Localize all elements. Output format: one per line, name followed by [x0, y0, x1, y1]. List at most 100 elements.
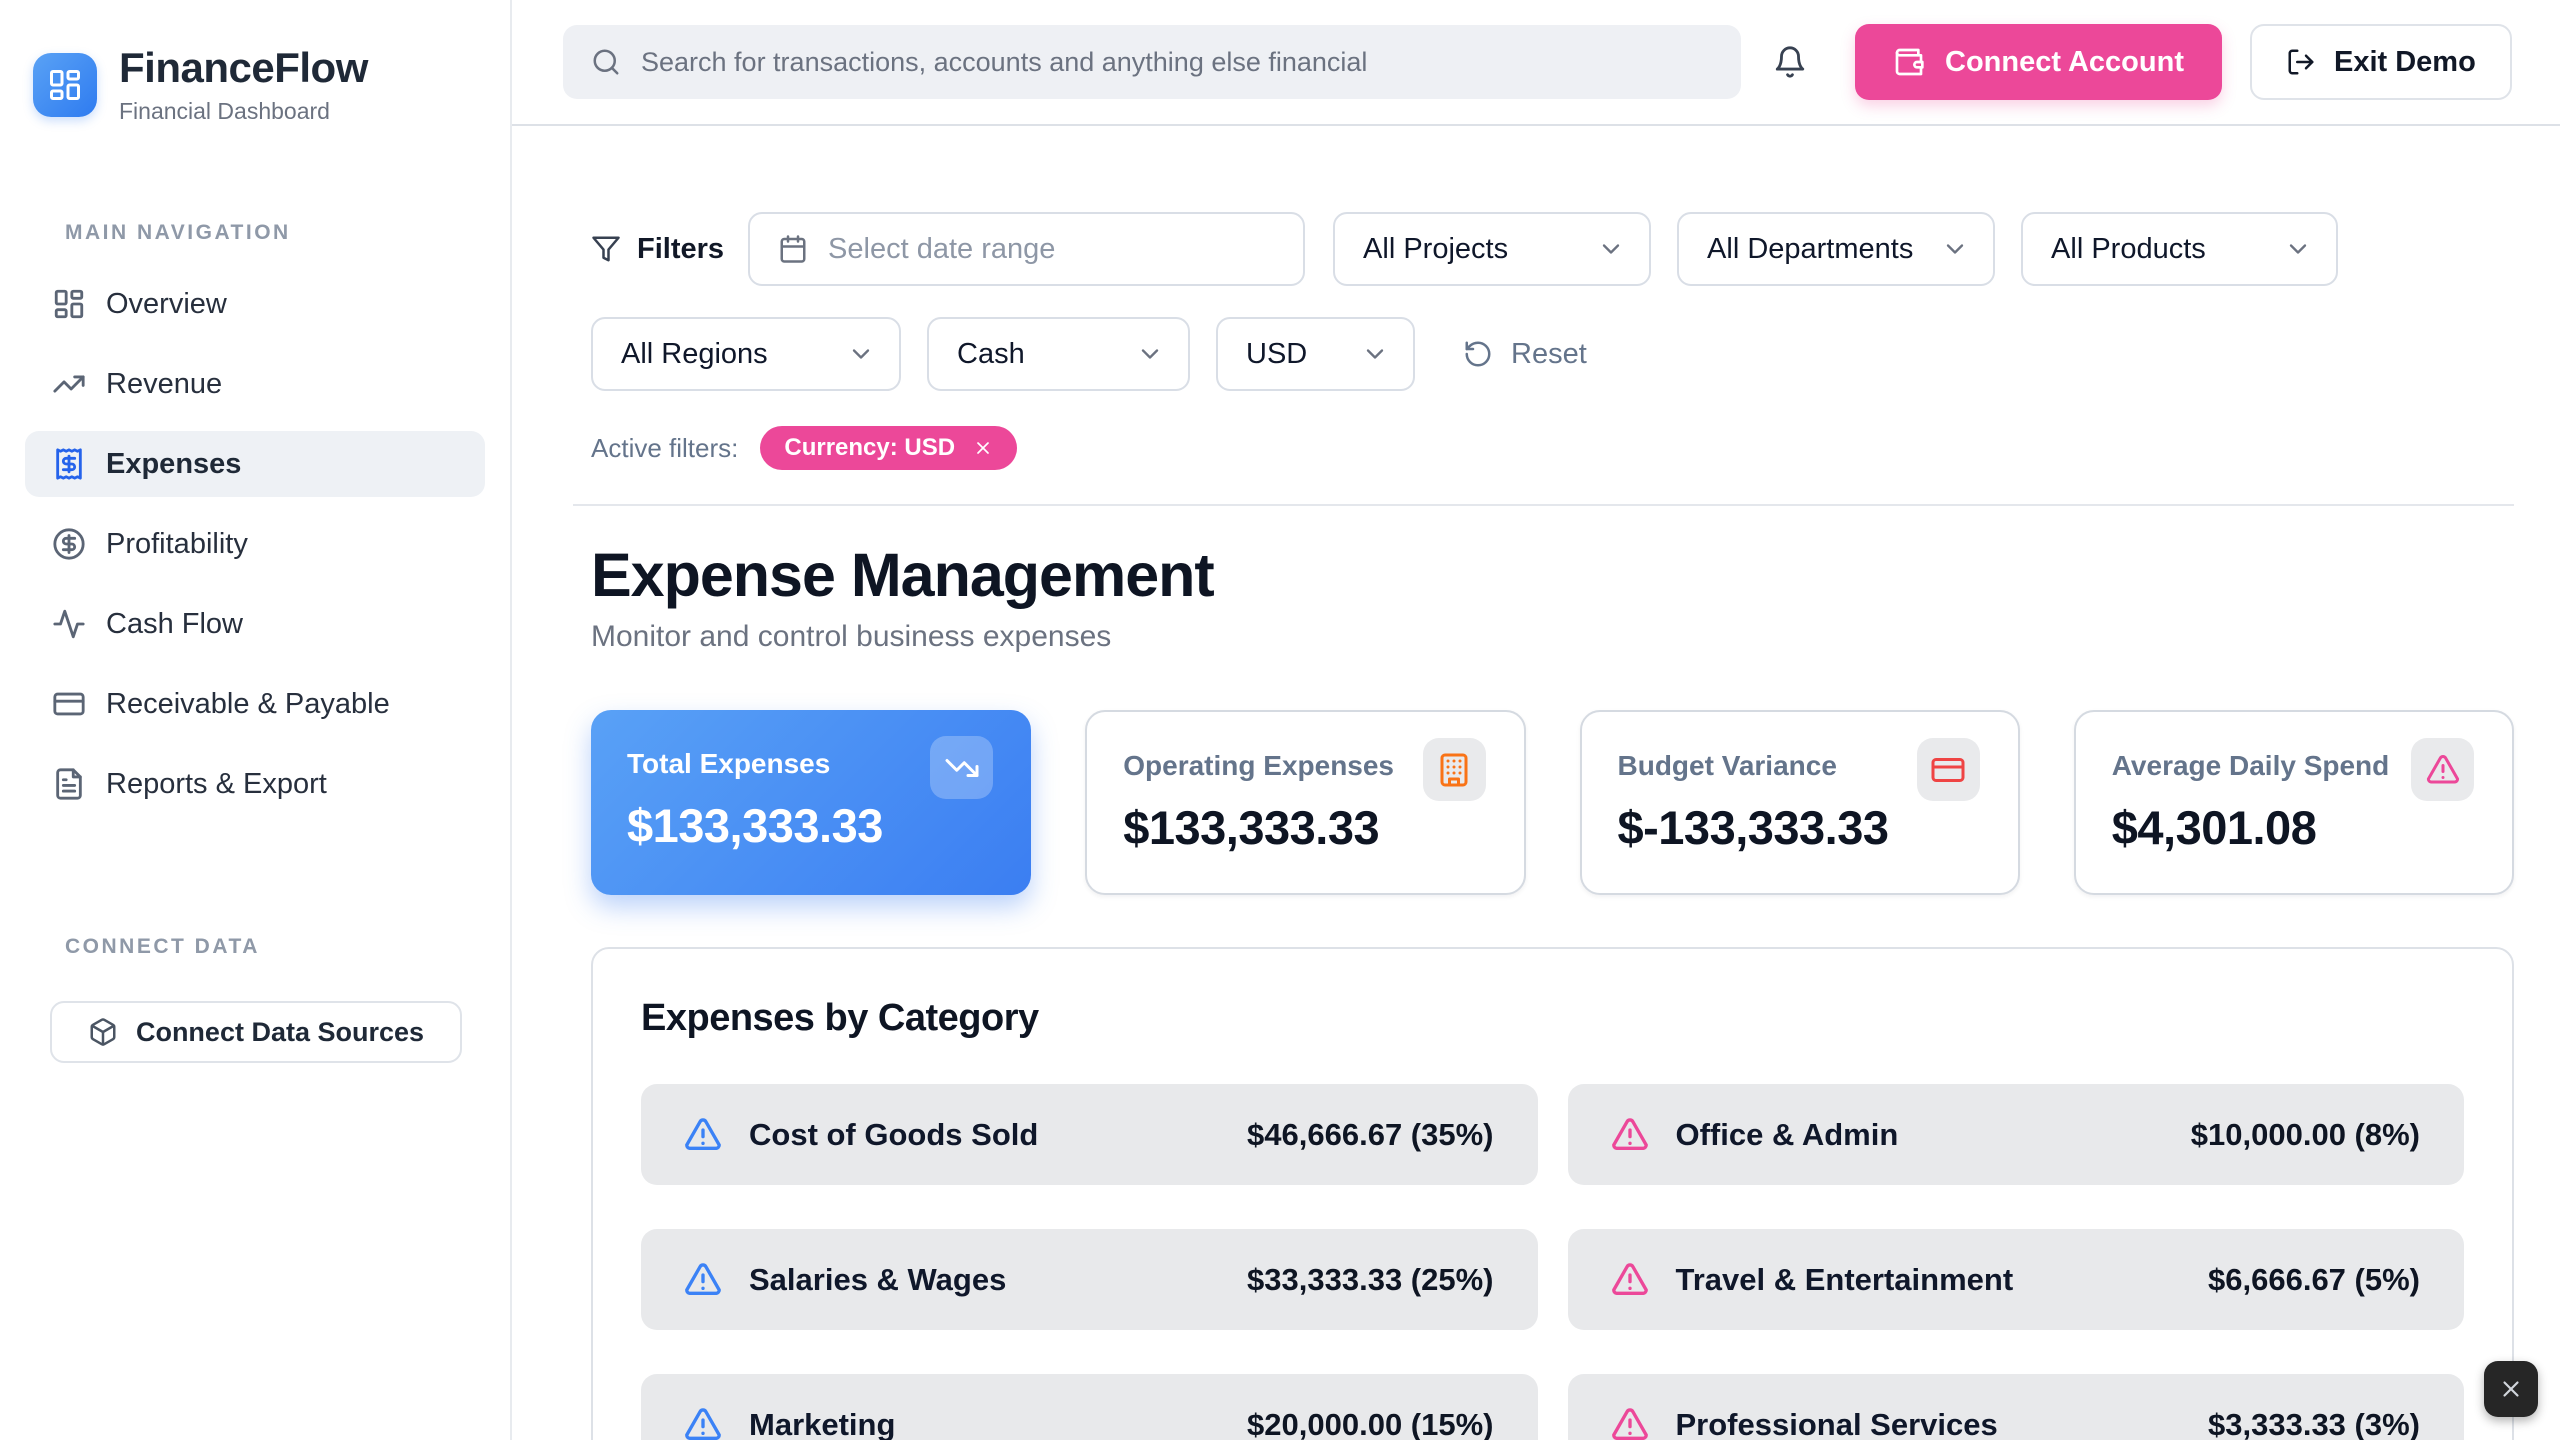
search-input[interactable]	[641, 47, 1713, 78]
main-navigation: Overview Revenue Expenses Profitability …	[0, 271, 510, 817]
category-value: $20,000.00 (15%)	[1247, 1407, 1493, 1440]
stat-icon-chip	[2411, 738, 2474, 801]
chevron-down-icon	[2284, 235, 2312, 263]
connect-data-sources-button[interactable]: Connect Data Sources	[50, 1001, 462, 1063]
exit-demo-button[interactable]: Exit Demo	[2250, 24, 2512, 100]
alert-triangle-icon	[2425, 752, 2461, 788]
projects-select-value: All Projects	[1363, 233, 1508, 266]
filters-row-2: All Regions Cash USD Reset	[591, 317, 2514, 391]
credit-card-icon	[52, 687, 86, 721]
category-value: $6,666.67 (5%)	[2208, 1262, 2420, 1298]
alert-triangle-icon	[1610, 1260, 1650, 1300]
stat-icon-chip	[1423, 738, 1486, 801]
chevron-down-icon	[1597, 235, 1625, 263]
stat-icon-chip	[930, 736, 993, 799]
category-row-office-admin[interactable]: Office & Admin $10,000.00 (8%)	[1568, 1084, 2465, 1185]
main-content: Filters Select date range All Projects A…	[512, 126, 2560, 1440]
wallet-icon	[1893, 46, 1925, 78]
log-out-icon	[2286, 47, 2316, 77]
receipt-icon	[52, 447, 86, 481]
alert-triangle-icon	[1610, 1115, 1650, 1155]
departments-select-value: All Departments	[1707, 233, 1913, 266]
category-name: Travel & Entertainment	[1676, 1262, 2183, 1298]
category-value: $3,333.33 (3%)	[2208, 1407, 2420, 1440]
overlay-close-button[interactable]	[2484, 1361, 2538, 1417]
activity-icon	[52, 607, 86, 641]
date-range-placeholder: Select date range	[828, 233, 1055, 266]
filters-row-1: Filters Select date range All Projects A…	[591, 212, 2514, 286]
dollar-circle-icon	[52, 527, 86, 561]
alert-triangle-icon	[683, 1115, 723, 1155]
bell-icon	[1773, 45, 1807, 79]
products-select[interactable]: All Products	[2021, 212, 2338, 286]
stat-value: $4,301.08	[2112, 800, 2512, 855]
stat-card-operating-expenses[interactable]: Operating Expenses $133,333.33	[1085, 710, 1525, 895]
page-title: Expense Management	[591, 542, 2514, 608]
app-logo-icon	[33, 53, 97, 117]
category-name: Salaries & Wages	[749, 1262, 1221, 1298]
sidebar-item-receivable-payable[interactable]: Receivable & Payable	[25, 671, 485, 737]
category-row-marketing[interactable]: Marketing $20,000.00 (15%)	[641, 1374, 1538, 1440]
sidebar-item-cash-flow[interactable]: Cash Flow	[25, 591, 485, 657]
payment-method-select[interactable]: Cash	[927, 317, 1190, 391]
sidebar-item-overview[interactable]: Overview	[25, 271, 485, 337]
stat-cards-row: Total Expenses $133,333.33 Operating Exp…	[591, 710, 2514, 895]
sidebar-item-profitability[interactable]: Profitability	[25, 511, 485, 577]
stat-card-total-expenses[interactable]: Total Expenses $133,333.33	[591, 710, 1031, 895]
stat-icon-chip	[1917, 738, 1980, 801]
funnel-filter-icon	[591, 234, 621, 264]
stat-value: $133,333.33	[627, 798, 1031, 853]
category-name: Professional Services	[1676, 1407, 2183, 1440]
section-divider	[573, 504, 2514, 506]
stat-card-budget-variance[interactable]: Budget Variance $-133,333.33	[1580, 710, 2020, 895]
connect-account-label: Connect Account	[1945, 46, 2184, 79]
chip-label: Currency: USD	[784, 434, 955, 462]
close-x-icon	[2498, 1376, 2524, 1402]
alert-triangle-icon	[1610, 1405, 1650, 1440]
nav-section-header: MAIN NAVIGATION	[65, 221, 510, 245]
reset-label: Reset	[1511, 338, 1587, 371]
connect-account-button[interactable]: Connect Account	[1855, 24, 2222, 100]
products-select-value: All Products	[2051, 233, 2206, 266]
notifications-button[interactable]	[1773, 45, 1807, 79]
category-row-salaries-wages[interactable]: Salaries & Wages $33,333.33 (25%)	[641, 1229, 1538, 1330]
regions-select[interactable]: All Regions	[591, 317, 901, 391]
connect-data-sources-label: Connect Data Sources	[136, 1017, 424, 1048]
category-name: Cost of Goods Sold	[749, 1117, 1221, 1153]
projects-select[interactable]: All Projects	[1333, 212, 1651, 286]
filters-label-group: Filters	[591, 233, 724, 266]
category-value: $10,000.00 (8%)	[2191, 1117, 2420, 1153]
sidebar-item-revenue[interactable]: Revenue	[25, 351, 485, 417]
date-range-picker[interactable]: Select date range	[748, 212, 1305, 286]
stat-card-average-daily-spend[interactable]: Average Daily Spend $4,301.08	[2074, 710, 2514, 895]
active-filter-chip-currency[interactable]: Currency: USD	[760, 426, 1017, 470]
category-grid: Cost of Goods Sold $46,666.67 (35%) Offi…	[641, 1084, 2464, 1440]
regions-select-value: All Regions	[621, 338, 768, 371]
currency-select[interactable]: USD	[1216, 317, 1415, 391]
sidebar-item-label: Reports & Export	[106, 768, 327, 801]
reset-filters-button[interactable]: Reset	[1463, 338, 1587, 371]
remove-chip-x-icon[interactable]	[973, 438, 993, 458]
departments-select[interactable]: All Departments	[1677, 212, 1995, 286]
alert-triangle-icon	[683, 1405, 723, 1440]
sidebar-item-reports-export[interactable]: Reports & Export	[25, 751, 485, 817]
calendar-icon	[778, 234, 808, 264]
category-value: $46,666.67 (35%)	[1247, 1117, 1493, 1153]
category-row-travel-entertainment[interactable]: Travel & Entertainment $6,666.67 (5%)	[1568, 1229, 2465, 1330]
dashboard-grid-icon	[52, 287, 86, 321]
app-title: FinanceFlow	[119, 44, 368, 92]
sidebar-item-expenses[interactable]: Expenses	[25, 431, 485, 497]
active-filters-row: Active filters: Currency: USD	[591, 426, 2514, 470]
chevron-down-icon	[1941, 235, 1969, 263]
category-row-professional-services[interactable]: Professional Services $3,333.33 (3%)	[1568, 1374, 2465, 1440]
sidebar: FinanceFlow Financial Dashboard MAIN NAV…	[0, 0, 512, 1440]
search-box[interactable]	[563, 25, 1741, 99]
stat-value: $133,333.33	[1123, 800, 1523, 855]
alert-triangle-icon	[683, 1260, 723, 1300]
sidebar-item-label: Expenses	[106, 448, 241, 481]
connect-data-section-header: CONNECT DATA	[65, 935, 510, 959]
category-row-cost-of-goods-sold[interactable]: Cost of Goods Sold $46,666.67 (35%)	[641, 1084, 1538, 1185]
stat-value: $-133,333.33	[1618, 800, 2018, 855]
trending-up-icon	[52, 367, 86, 401]
chevron-down-icon	[1136, 340, 1164, 368]
